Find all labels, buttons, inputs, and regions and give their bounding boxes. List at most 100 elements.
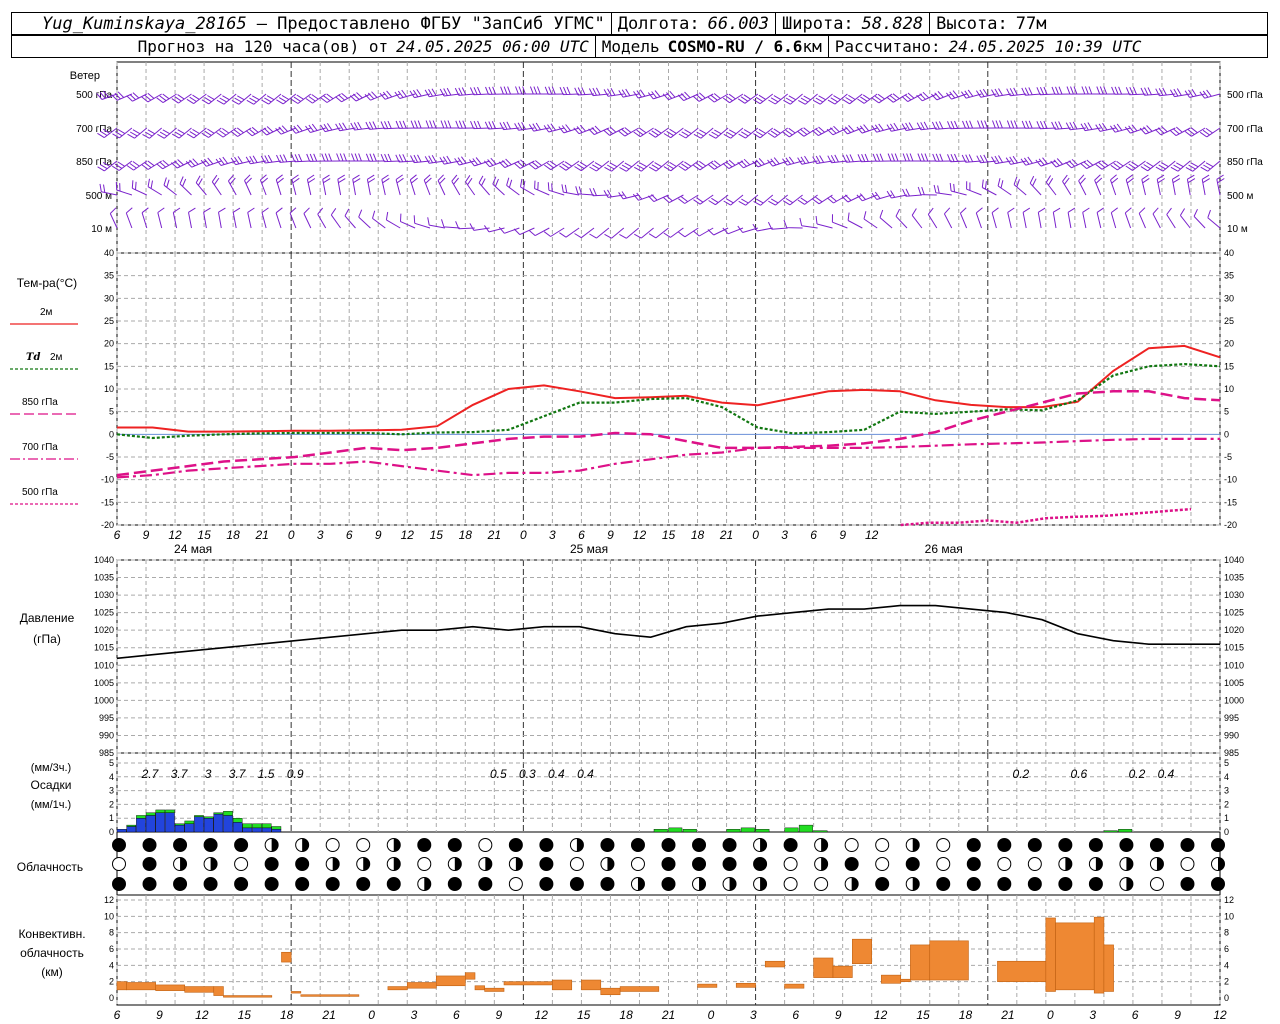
wind-barb (1095, 122, 1116, 132)
temp-ytick-right: 25 (1224, 316, 1234, 326)
cloud-cover-half (821, 838, 828, 852)
precip-bar-conv (213, 813, 224, 833)
cloud-cover-circle (661, 877, 676, 891)
temp-x-tick: 6 (346, 528, 353, 542)
pres-ytick-right: 1020 (1224, 625, 1244, 635)
wind-barb (662, 90, 684, 101)
cloud-cover-circle (447, 877, 462, 891)
wind-level-label-right: 500 м (1227, 191, 1253, 202)
wind-barb (439, 155, 460, 165)
temp-x-tick: 18 (691, 528, 705, 542)
precip-ytick-left: 4 (109, 772, 114, 782)
wind-barb (385, 211, 401, 229)
wind-barb (1080, 122, 1101, 132)
temp-x-tick: 21 (719, 528, 733, 542)
temp-ytick-left: -10 (101, 475, 114, 485)
temp-x-tick: 21 (487, 528, 501, 542)
wind-barb (1065, 121, 1086, 131)
precip-bar-conv (203, 818, 214, 833)
conv-x-tick: 9 (495, 1008, 502, 1022)
cloud-cover-half (576, 838, 584, 852)
conv-x-tick: 0 (1047, 1008, 1054, 1022)
wind-barb (111, 91, 133, 101)
wind-barb (195, 175, 207, 196)
cloud-cover-circle (997, 877, 1012, 891)
wind-barb (1141, 174, 1150, 196)
precip-bar-conv (242, 827, 253, 833)
cloud-cover-half (363, 857, 370, 871)
wind-barb (303, 207, 312, 229)
wind-barb (261, 207, 269, 229)
cloud-cover-circle (1149, 838, 1164, 852)
precip-ytick-right: 4 (1224, 772, 1229, 782)
cloud-cover-half (1126, 857, 1133, 871)
temp-ytick-right: 40 (1224, 248, 1234, 258)
precip-axis-label: Осадки (31, 778, 72, 792)
conv-ytick-left: 0 (109, 993, 114, 1003)
conv-x-tick: 3 (750, 1008, 757, 1022)
conv-cloud-bar (910, 944, 931, 981)
conv-cloud-bar (619, 986, 660, 992)
wind-barb (959, 207, 968, 229)
wind-barb (933, 184, 952, 196)
wind-level-label-right: 850 гПа (1227, 157, 1263, 168)
conv-cloud-bar (881, 974, 902, 984)
temp-ytick-left: 0 (109, 429, 114, 439)
cloud-cover-circle (1027, 838, 1042, 852)
cloud-cover-circle (661, 857, 676, 871)
cloud-cover-circle (203, 838, 218, 852)
precip-3h-total: 0.2 (1129, 767, 1146, 781)
temp-x-tick: 9 (375, 528, 382, 542)
conv-cloud-bar (465, 972, 476, 980)
wind-barb (975, 207, 983, 229)
wind-barb (1139, 125, 1161, 135)
cloud-cover-circle (264, 877, 279, 891)
wind-barb (1013, 176, 1027, 196)
conv-cloud-bar (435, 975, 466, 987)
wind-barb (499, 121, 520, 131)
cloud-cover-circle (753, 857, 768, 871)
conv-x-tick: 15 (916, 1008, 930, 1022)
precip-3h-total: 0.4 (1158, 767, 1175, 781)
wind-barb (1156, 174, 1165, 196)
temp-x-tick: 6 (114, 528, 121, 542)
wind-barb (409, 174, 418, 196)
pres-ytick-right: 1000 (1224, 695, 1244, 705)
wind-barb (451, 174, 461, 196)
cloud-cover-circle (325, 838, 340, 852)
wind-barb (344, 208, 356, 229)
conv-cloud-bar (223, 995, 273, 998)
wind-barb (1037, 207, 1046, 229)
precip-3h-total: 0.9 (287, 767, 304, 781)
wind-barb (783, 219, 803, 229)
pres-ytick-left: 985 (99, 748, 114, 758)
wind-barb (172, 207, 181, 229)
pres-ytick-right: 1035 (1224, 573, 1244, 583)
wind-barb (211, 174, 222, 196)
precip-bar-strat (145, 812, 156, 816)
precip-3h-total: 0.3 (519, 767, 536, 781)
conv-x-tick: 21 (321, 1008, 335, 1022)
wind-barb (465, 175, 476, 196)
wind-barb (847, 212, 863, 229)
pres-ytick-right: 1015 (1224, 643, 1244, 653)
cloud-cover-circle (936, 877, 951, 891)
wind-barb (534, 180, 550, 196)
wind-barb (498, 158, 520, 169)
precip-bar-conv (261, 827, 272, 833)
cloud-cover-circle (539, 838, 554, 852)
conv-x-tick: 12 (874, 1008, 888, 1022)
meteogram: Ветер 500 гПа 500 гПа 700 гПа 700 гПа 850 гПа… (10, 61, 1263, 1022)
precip-3h-total: 0.2 (1012, 767, 1029, 781)
conv-cloud-bar (552, 979, 573, 991)
wind-barb (381, 174, 390, 196)
temp-x-tick: 12 (168, 528, 182, 542)
conv-cloud-bar (116, 981, 127, 991)
conv-cloud-bar (213, 986, 224, 996)
precip-3h-total: 0.5 (490, 767, 507, 781)
cloud-cover-circle (722, 838, 737, 852)
wind-barb (1029, 175, 1042, 196)
wind-barb (603, 88, 624, 97)
precip-3h-total: 0.6 (1071, 767, 1088, 781)
cloud-cover-circle (356, 838, 371, 852)
